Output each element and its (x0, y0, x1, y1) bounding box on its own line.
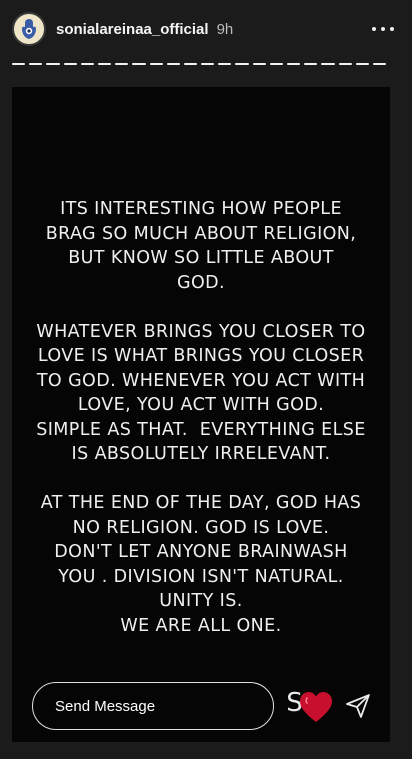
progress-segment (183, 63, 198, 65)
story-line: LOVE, YOU ACT WITH GOD. (77, 395, 325, 415)
more-options-icon[interactable] (366, 21, 400, 37)
progress-segment (132, 63, 146, 65)
story-timestamp: 9h (216, 20, 234, 38)
story-text: ITS INTERESTING HOW PEOPLE BRAG SO MUCH … (12, 197, 390, 638)
story-line: BRAG SO MUCH ABOUT RELIGION, (45, 223, 357, 244)
avatar[interactable] (12, 12, 46, 46)
progress-segment (252, 63, 266, 65)
hamsa-hand-icon (22, 19, 36, 39)
story-line: YOU . DIVISION ISN'T NATURAL. (58, 566, 344, 587)
progress-segment (46, 63, 60, 65)
progress-segment (115, 63, 129, 65)
story-line: ITS INTERESTING HOW PEOPLE (60, 199, 342, 219)
progress-segment (149, 63, 163, 65)
send-message-placeholder: Send Message (55, 697, 156, 715)
progress-segment (235, 63, 249, 65)
story-line: BUT KNOW SO LITTLE ABOUT (68, 248, 334, 268)
send-message-input[interactable]: Send Message (32, 682, 275, 730)
progress-segment (355, 63, 369, 65)
progress-segment (287, 63, 301, 65)
progress-segment (12, 63, 26, 65)
progress-segment (63, 63, 77, 65)
story-line: UNITY IS. (159, 591, 243, 611)
story-footer: Send Message S (32, 681, 372, 731)
progress-segment (321, 63, 335, 65)
progress-segment (29, 63, 43, 65)
progress-segment (97, 63, 112, 65)
progress-segment (338, 63, 352, 65)
progress-segment (201, 63, 215, 65)
progress-segment (304, 63, 318, 65)
story-line: LOVE IS WHAT BRINGS YOU CLOSER (37, 346, 365, 366)
story-line: TO GOD. WHENEVER YOU ACT WITH (36, 370, 366, 391)
story-progress-bar (12, 63, 387, 65)
progress-segment (372, 63, 387, 65)
story-line: SIMPLE AS THAT. EVERYTHING ELSE (36, 419, 366, 440)
progress-segment (218, 63, 232, 65)
progress-segment (80, 63, 94, 65)
story-line: DON'T LET ANYONE BRAINWASH (54, 542, 348, 562)
story-line: NO RELIGION. GOD IS LOVE. (72, 517, 330, 538)
progress-segment (269, 63, 283, 65)
story-line: GOD. (177, 272, 225, 293)
username[interactable]: sonialareinaa_official (56, 21, 209, 38)
story-line: IS ABSOLUTELY IRRELEVANT. (71, 444, 331, 464)
progress-segment (166, 63, 180, 65)
story-content[interactable]: ITS INTERESTING HOW PEOPLE BRAG SO MUCH … (12, 87, 390, 742)
paper-plane-icon[interactable] (344, 692, 372, 720)
story-header: sonialareinaa_official 9h (12, 10, 400, 48)
story-line: AT THE END OF THE DAY, GOD HAS (40, 493, 362, 513)
story-line: WE ARE ALL ONE. (120, 615, 282, 636)
heart-sticker-icon (300, 692, 333, 722)
story-line: WHATEVER BRINGS YOU CLOSER TO (36, 321, 366, 342)
heart-sticker-reaction[interactable]: S (286, 686, 338, 726)
